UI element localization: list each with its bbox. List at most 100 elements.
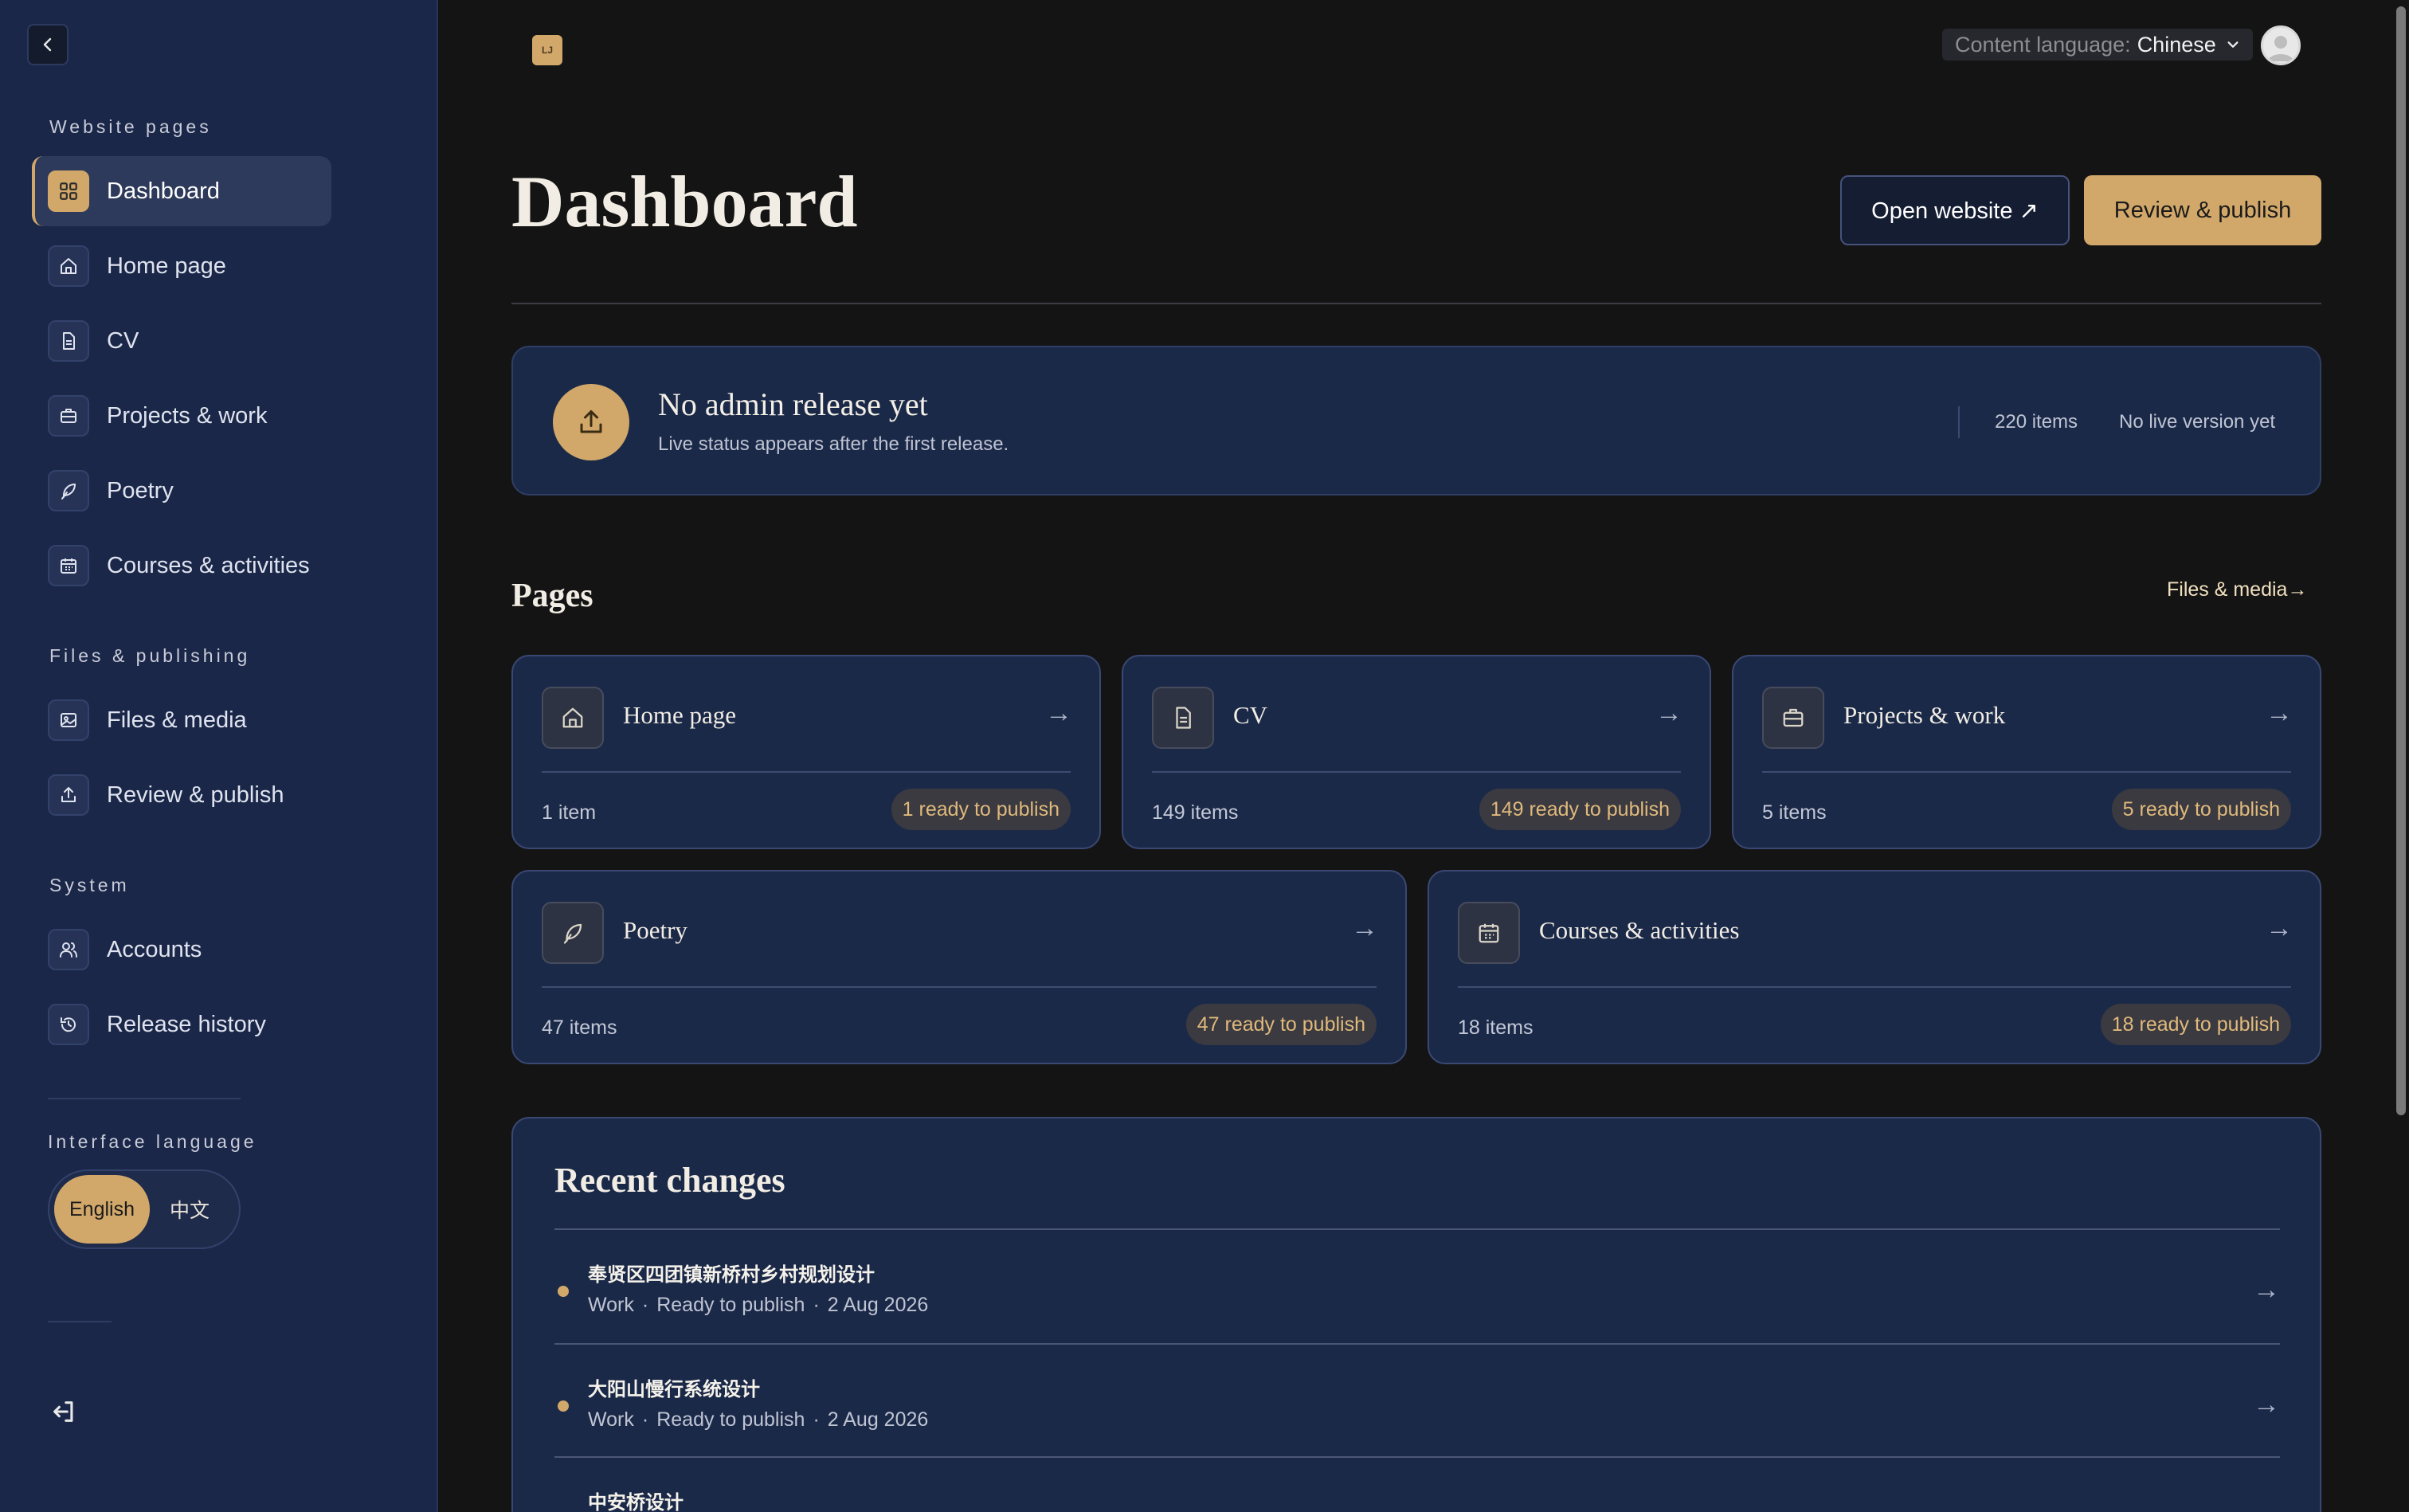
change-status: Ready to publish — [656, 1294, 805, 1316]
change-title: 奉贤区四团镇新桥村乡村规划设计 — [588, 1264, 875, 1286]
calendar-icon — [48, 545, 89, 586]
card-divider — [542, 771, 1071, 773]
section-heading-system: System — [49, 875, 130, 895]
sidebar-item-review-publish[interactable]: Review & publish — [32, 760, 331, 830]
card-item-count: 149 items — [1152, 801, 1239, 824]
meta-separator: · — [813, 1294, 820, 1316]
home-icon — [542, 687, 604, 749]
page-card-home-page[interactable]: Home page → 1 item 1 ready to publish — [511, 655, 1101, 849]
language-option-english[interactable]: English — [54, 1175, 150, 1244]
change-date: 2 Aug 2026 — [827, 1408, 929, 1431]
section-heading-files-publishing: Files & publishing — [49, 645, 251, 666]
sidebar-item-label: Home page — [107, 253, 226, 279]
files-media-link[interactable]: Files & media→ — [2167, 578, 2307, 601]
sidebar-item-dashboard[interactable]: Dashboard — [32, 156, 331, 226]
change-type: Work — [588, 1294, 634, 1316]
logout-button[interactable] — [46, 1394, 81, 1429]
release-item-count: 220 items — [1995, 411, 2078, 433]
collapse-sidebar-button[interactable] — [27, 24, 69, 65]
sidebar-item-label: Files & media — [107, 707, 247, 733]
grid-icon — [48, 170, 89, 212]
section-heading-website-pages: Website pages — [49, 116, 212, 137]
site-logo[interactable]: LJ — [532, 35, 562, 65]
users-icon — [48, 929, 89, 970]
sidebar-item-projects-work[interactable]: Projects & work — [32, 381, 331, 451]
arrow-right-icon: → — [1655, 698, 1682, 728]
scrollbar-thumb[interactable] — [2396, 6, 2406, 1115]
image-icon — [48, 699, 89, 741]
sidebar-item-courses-activities[interactable]: Courses & activities — [32, 531, 331, 601]
sidebar-item-label: Poetry — [107, 477, 174, 503]
recent-change-item[interactable]: 大阳山慢行系统设计 Work · Ready to publish · 2 Au… — [554, 1345, 2280, 1456]
content-language-select[interactable]: Content language: Chinese — [1942, 29, 2253, 61]
history-icon — [48, 1004, 89, 1045]
user-icon — [2268, 36, 2293, 61]
chevron-down-icon — [2227, 41, 2239, 48]
page-card-courses-activities[interactable]: Courses & activities → 18 items 18 ready… — [1428, 870, 2321, 1064]
ready-badge: 149 ready to publish — [1479, 789, 1681, 830]
sidebar-item-poetry[interactable]: Poetry — [32, 456, 331, 526]
card-item-count: 5 items — [1762, 801, 1827, 824]
upload-icon — [553, 384, 629, 460]
card-title: Projects & work — [1843, 701, 2006, 729]
recent-change-item[interactable]: 奉贤区四团镇新桥村乡村规划设计 Work · Ready to publish … — [554, 1230, 2280, 1342]
card-item-count: 1 item — [542, 801, 597, 824]
arrow-right-icon: → — [2266, 698, 2293, 728]
change-date: 2 Aug 2026 — [827, 1294, 929, 1316]
open-website-button[interactable]: Open website ↗ — [1840, 175, 2070, 245]
ready-badge: 18 ready to publish — [2100, 1004, 2291, 1045]
release-title: No admin release yet — [658, 386, 928, 422]
content-language-value: Chinese — [2137, 32, 2216, 57]
card-item-count: 47 items — [542, 1016, 617, 1039]
page-card-cv[interactable]: CV → 149 items 149 ready to publish — [1122, 655, 1711, 849]
page-card-poetry[interactable]: Poetry → 47 items 47 ready to publish — [511, 870, 1407, 1064]
page-card-projects-work[interactable]: Projects & work → 5 items 5 ready to pub… — [1732, 655, 2321, 849]
change-title: 大阳山慢行系统设计 — [588, 1379, 760, 1400]
sidebar-item-label: Dashboard — [107, 178, 220, 204]
briefcase-icon — [48, 395, 89, 437]
meta-separator: · — [641, 1294, 649, 1316]
interface-language-toggle: English 中文 — [48, 1169, 241, 1249]
card-title: CV — [1233, 701, 1268, 729]
ready-badge: 1 ready to publish — [891, 789, 1071, 830]
arrow-right-icon: → — [2253, 1502, 2280, 1512]
sidebar-divider — [48, 1098, 241, 1099]
review-publish-button[interactable]: Review & publish — [2084, 175, 2321, 245]
sidebar-item-files-media[interactable]: Files & media — [32, 685, 331, 755]
release-status-banner: No admin release yet Live status appears… — [511, 346, 2321, 496]
language-option-chinese[interactable]: 中文 — [150, 1175, 229, 1244]
card-title: Poetry — [623, 916, 687, 944]
document-icon — [1152, 687, 1214, 749]
card-divider — [1458, 986, 2291, 988]
arrow-right-icon: → — [1351, 913, 1378, 943]
content-language-label: Content language: — [1955, 32, 2131, 57]
sidebar-item-label: Accounts — [107, 936, 202, 962]
status-dot — [558, 1400, 569, 1412]
briefcase-icon — [1762, 687, 1824, 749]
sidebar-item-accounts[interactable]: Accounts — [32, 915, 331, 985]
calendar-icon — [1458, 902, 1520, 964]
logout-icon — [53, 1401, 73, 1422]
feather-icon — [48, 470, 89, 511]
section-heading-interface-language: Interface language — [48, 1131, 257, 1152]
release-subtitle: Live status appears after the first rele… — [658, 433, 1009, 455]
ready-badge: 5 ready to publish — [2111, 789, 2291, 830]
recent-changes-heading: Recent changes — [554, 1161, 785, 1200]
change-type: Work — [588, 1408, 634, 1431]
card-divider — [542, 986, 1377, 988]
change-meta: Work · Ready to publish · 2 Aug 2026 — [588, 1294, 928, 1317]
feather-icon — [542, 902, 604, 964]
release-separator — [1958, 406, 1960, 438]
sidebar-divider — [48, 1321, 112, 1322]
pages-heading: Pages — [511, 578, 593, 614]
user-avatar[interactable] — [2261, 25, 2301, 65]
sidebar-item-home-page[interactable]: Home page — [32, 231, 331, 301]
sidebar-item-cv[interactable]: CV — [32, 306, 331, 376]
sidebar: Website pages Dashboard Home page CV Pro… — [0, 0, 438, 1512]
card-title: Courses & activities — [1539, 916, 1740, 944]
recent-change-item[interactable]: 中安桥设计 → — [554, 1458, 2280, 1512]
arrow-right-icon: → — [2266, 913, 2293, 943]
sidebar-item-label: Courses & activities — [107, 552, 310, 578]
sidebar-item-release-history[interactable]: Release history — [32, 989, 331, 1060]
card-divider — [1152, 771, 1681, 773]
